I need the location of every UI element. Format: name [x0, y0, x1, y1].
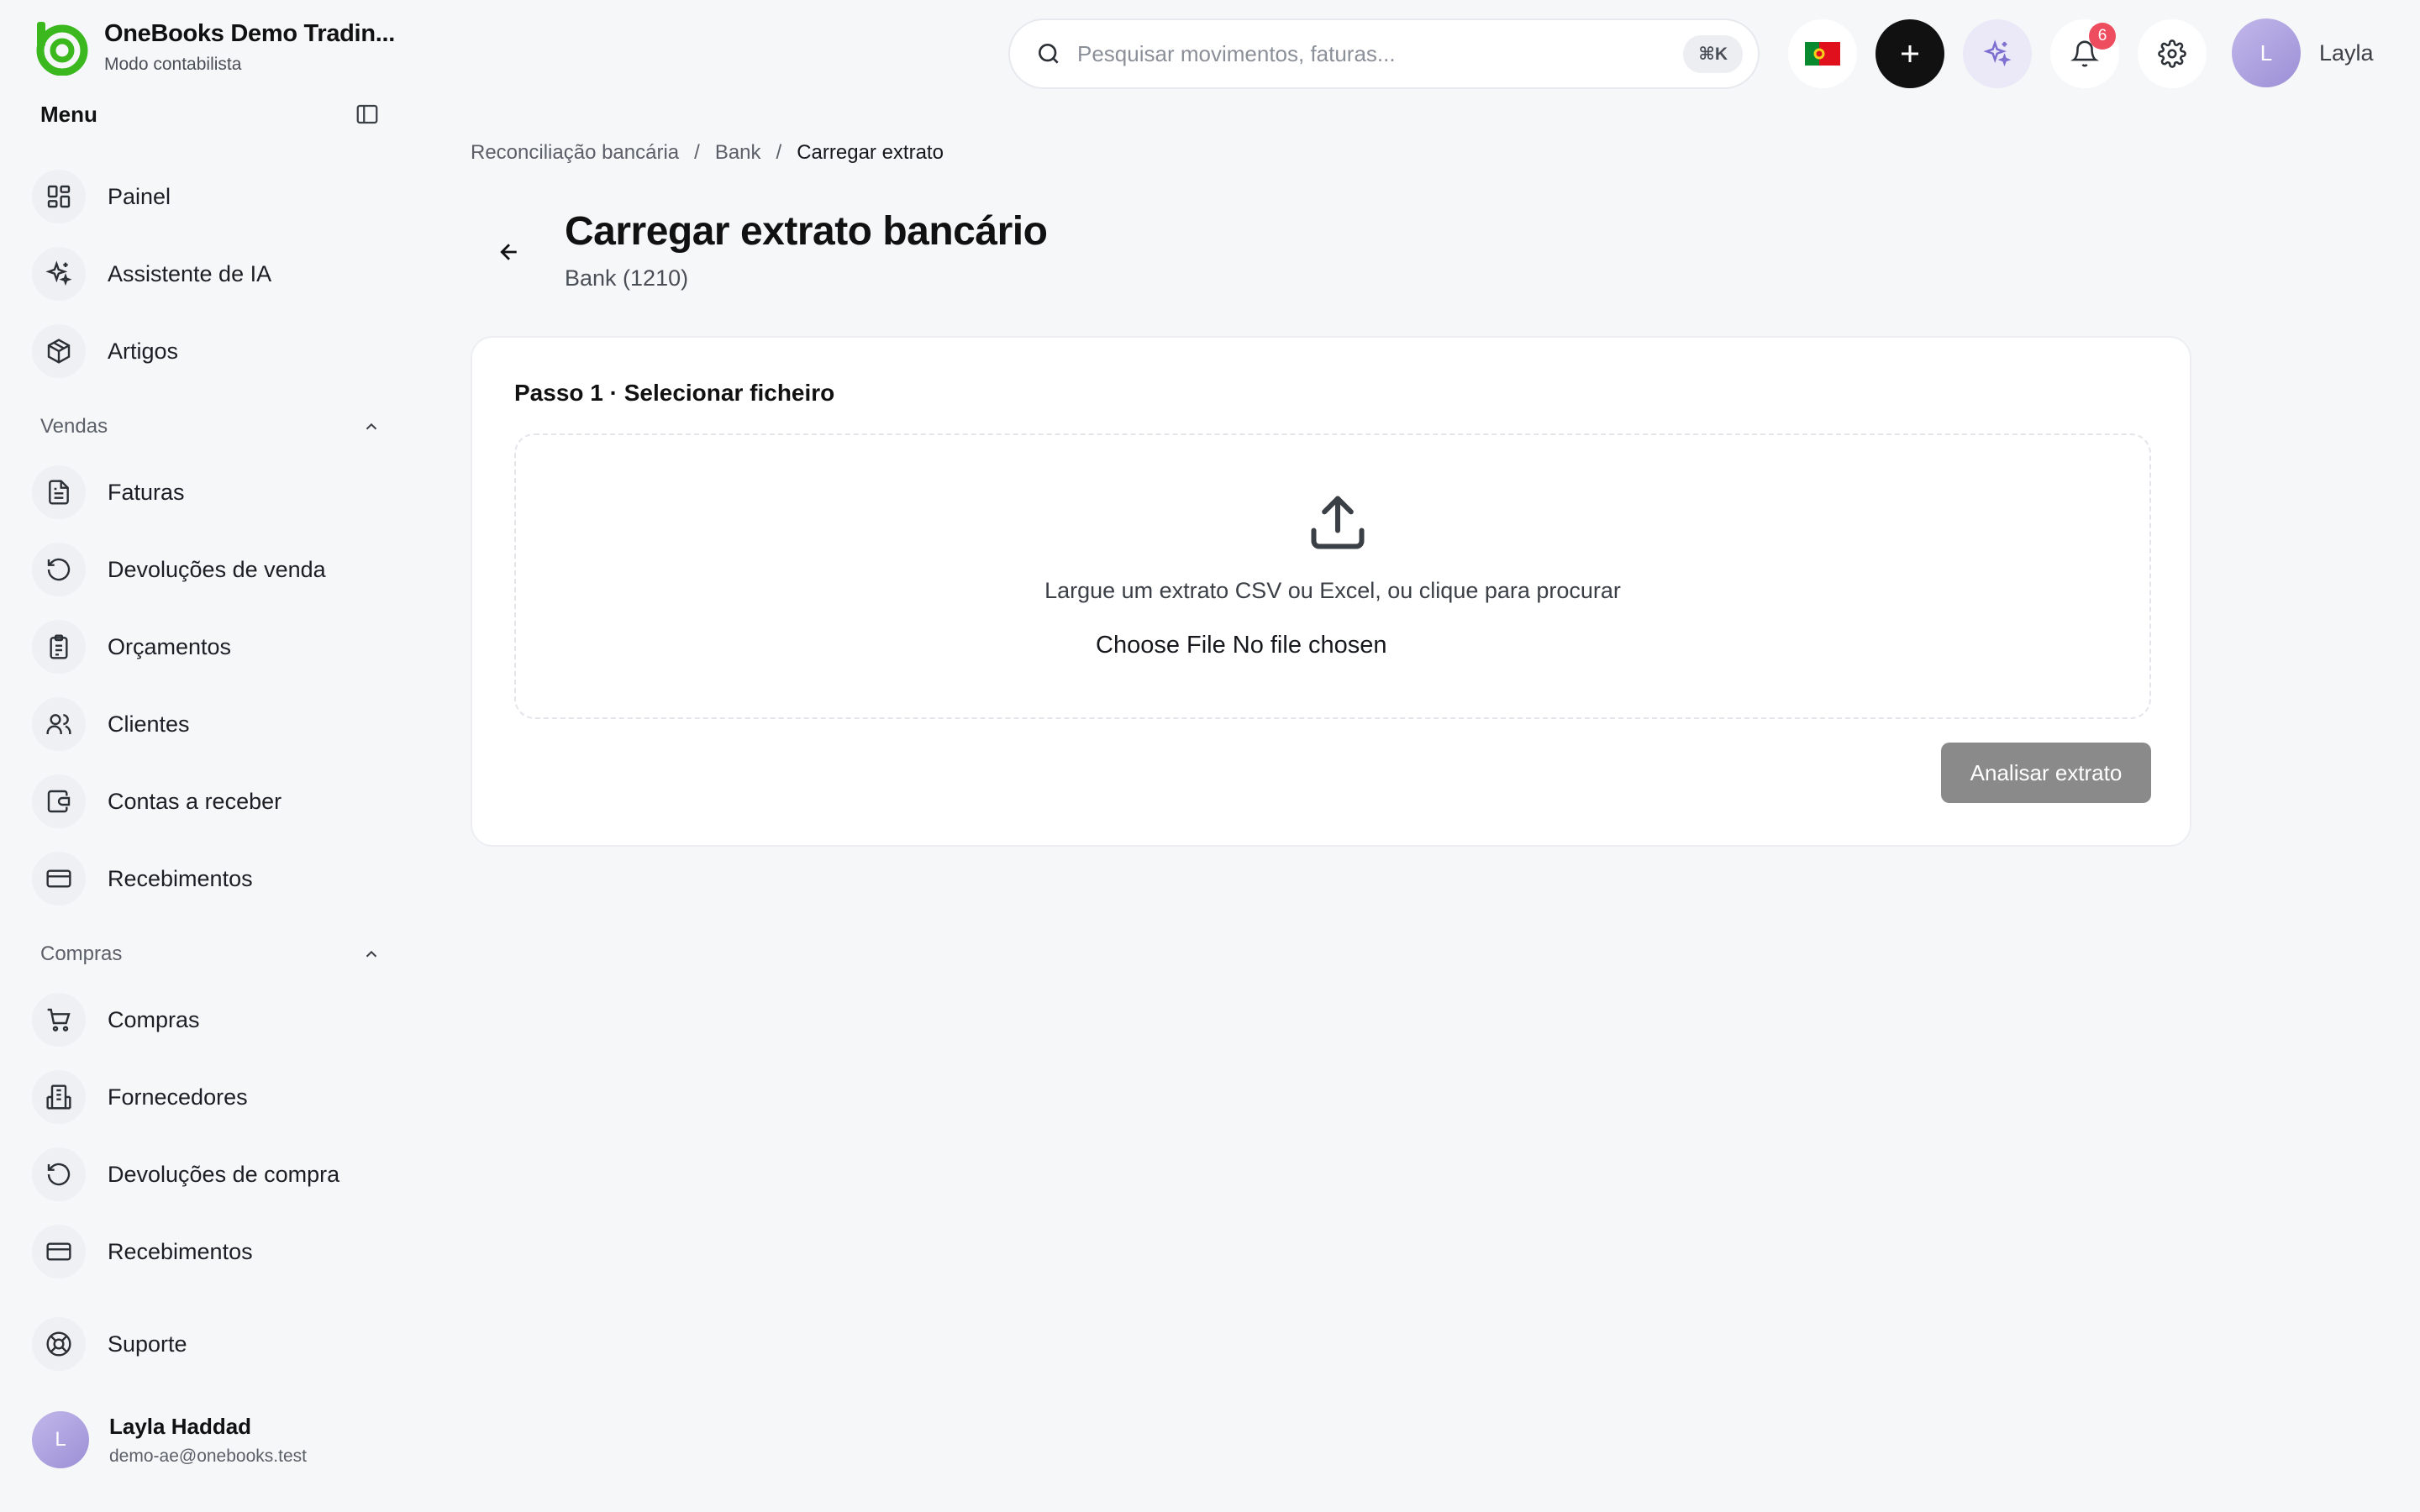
sidebar-item-label: Artigos [108, 338, 179, 364]
sidebar-item-assistente-ia[interactable]: Assistente de IA [32, 244, 385, 304]
sidebar-item-orcamentos[interactable]: Orçamentos [32, 617, 385, 677]
user-name: Layla Haddad [109, 1413, 252, 1439]
page-title: Carregar extrato bancário [565, 209, 1048, 254]
breadcrumb-separator: / [776, 141, 782, 164]
upload-icon [1311, 496, 1365, 549]
dropzone-text: Largue um extrato CSV ou Excel, ou cliqu… [1044, 578, 1621, 603]
sparkles-icon [1983, 39, 2012, 67]
return-icon [32, 543, 86, 596]
user-email: demo-ae@onebooks.test [109, 1446, 307, 1466]
sidebar-item-label: Devoluções de compra [108, 1161, 340, 1187]
sparkles-icon [32, 247, 86, 301]
sidebar-item-suporte[interactable]: Suporte [32, 1314, 385, 1374]
file-dropzone[interactable]: Largue um extrato CSV ou Excel, ou cliqu… [514, 433, 2151, 719]
onebooks-logo-icon [36, 22, 88, 76]
card-icon [32, 852, 86, 906]
breadcrumb-link-bank[interactable]: Bank [715, 141, 761, 165]
section-compras-header[interactable]: Compras [40, 942, 381, 966]
company-mode: Modo contabilista [104, 54, 242, 74]
chevron-up-icon [366, 423, 377, 430]
sidebar-item-label: Contas a receber [108, 788, 282, 814]
sidebar-toggle-icon[interactable] [354, 101, 381, 128]
package-icon [32, 324, 86, 378]
search-input[interactable] [1077, 40, 1684, 67]
breadcrumb-link-reconciliacao[interactable]: Reconciliação bancária [471, 141, 679, 165]
sidebar-item-recebimentos-compras[interactable]: Recebimentos [32, 1221, 385, 1282]
upload-card: Passo 1 · Selecionar ficheiro Largue um … [471, 336, 2191, 847]
avatar: L [32, 1411, 89, 1468]
sidebar-item-compras[interactable]: Compras [32, 990, 385, 1050]
card-icon [32, 1225, 86, 1278]
choose-file-button[interactable]: Choose File [1096, 632, 1226, 659]
file-status: No file chosen [1232, 632, 1387, 659]
avatar: L [2232, 18, 2301, 87]
sidebar-item-label: Faturas [108, 479, 185, 505]
return-icon [32, 1147, 86, 1201]
sidebar-item-artigos[interactable]: Artigos [32, 321, 385, 381]
menu-title: Menu [40, 101, 97, 127]
clipboard-icon [32, 620, 86, 674]
wallet-icon [32, 774, 86, 828]
gear-icon [2158, 39, 2186, 68]
sidebar-item-label: Suporte [108, 1331, 187, 1357]
file-input[interactable]: Choose File No file chosen [1096, 632, 1387, 659]
dashboard-icon [32, 170, 86, 223]
step-title: Passo 1 · Selecionar ficheiro [514, 380, 835, 406]
section-title: Compras [40, 942, 123, 965]
sidebar-item-label: Assistente de IA [108, 260, 272, 286]
breadcrumb-current: Carregar extrato [797, 141, 944, 164]
sidebar-item-clientes[interactable]: Clientes [32, 694, 385, 754]
chevron-up-icon [366, 950, 377, 958]
add-button[interactable] [1876, 19, 1944, 88]
company-name: OneBooks Demo Tradin... [104, 19, 395, 47]
sidebar-item-fornecedores[interactable]: Fornecedores [32, 1067, 385, 1127]
sidebar-item-label: Recebimentos [108, 1238, 253, 1264]
search-bar[interactable]: ⌘K [1008, 18, 1760, 89]
invoice-icon [32, 465, 86, 519]
breadcrumb: Reconciliação bancária / Bank / Carregar… [471, 141, 944, 165]
sidebar-item-recebimentos-vendas[interactable]: Recebimentos [32, 848, 385, 909]
notification-badge: 6 [2089, 23, 2116, 50]
arrow-left-icon [500, 244, 517, 260]
portugal-flag-icon [1805, 42, 1840, 66]
breadcrumb-separator: / [694, 141, 700, 164]
sidebar-item-label: Clientes [108, 711, 190, 737]
language-button[interactable] [1788, 19, 1857, 88]
sidebar-item-painel[interactable]: Painel [32, 166, 385, 227]
sidebar-item-faturas[interactable]: Faturas [32, 462, 385, 522]
settings-button[interactable] [2138, 19, 2207, 88]
back-button[interactable] [491, 234, 528, 270]
sidebar-item-label: Recebimentos [108, 865, 253, 891]
notifications-button[interactable]: 6 [2050, 19, 2119, 88]
top-user-menu[interactable]: L Layla [2232, 18, 2374, 87]
shortcut-badge: ⌘K [1683, 34, 1743, 73]
sidebar-item-label: Painel [108, 183, 171, 209]
ai-assistant-button[interactable] [1963, 19, 2032, 88]
brand[interactable]: OneBooks Demo Tradin... Modo contabilist… [32, 18, 395, 76]
top-user-name: Layla [2319, 39, 2374, 66]
sidebar-item-label: Orçamentos [108, 633, 232, 659]
plus-icon [1902, 45, 1918, 62]
search-icon [1039, 44, 1059, 64]
page-subtitle: Bank (1210) [565, 265, 689, 291]
sidebar-item-label: Compras [108, 1006, 200, 1032]
sidebar-item-devolucoes-compra[interactable]: Devoluções de compra [32, 1144, 385, 1205]
building-icon [32, 1070, 86, 1124]
analyze-statement-button[interactable]: Analisar extrato [1941, 743, 2151, 803]
lifebuoy-icon [32, 1317, 86, 1371]
sidebar-user-card[interactable]: L Layla Haddad demo-ae@onebooks.test [32, 1411, 307, 1468]
sidebar-item-label: Devoluções de venda [108, 556, 326, 582]
section-title: Vendas [40, 415, 108, 438]
users-icon [32, 697, 86, 751]
sidebar-item-contas-receber[interactable]: Contas a receber [32, 771, 385, 832]
section-vendas-header[interactable]: Vendas [40, 415, 381, 438]
sidebar: OneBooks Demo Tradin... Modo contabilist… [0, 0, 395, 1512]
sidebar-item-label: Fornecedores [108, 1084, 248, 1110]
sidebar-item-devolucoes-venda[interactable]: Devoluções de venda [32, 539, 385, 600]
cart-icon [32, 993, 86, 1047]
